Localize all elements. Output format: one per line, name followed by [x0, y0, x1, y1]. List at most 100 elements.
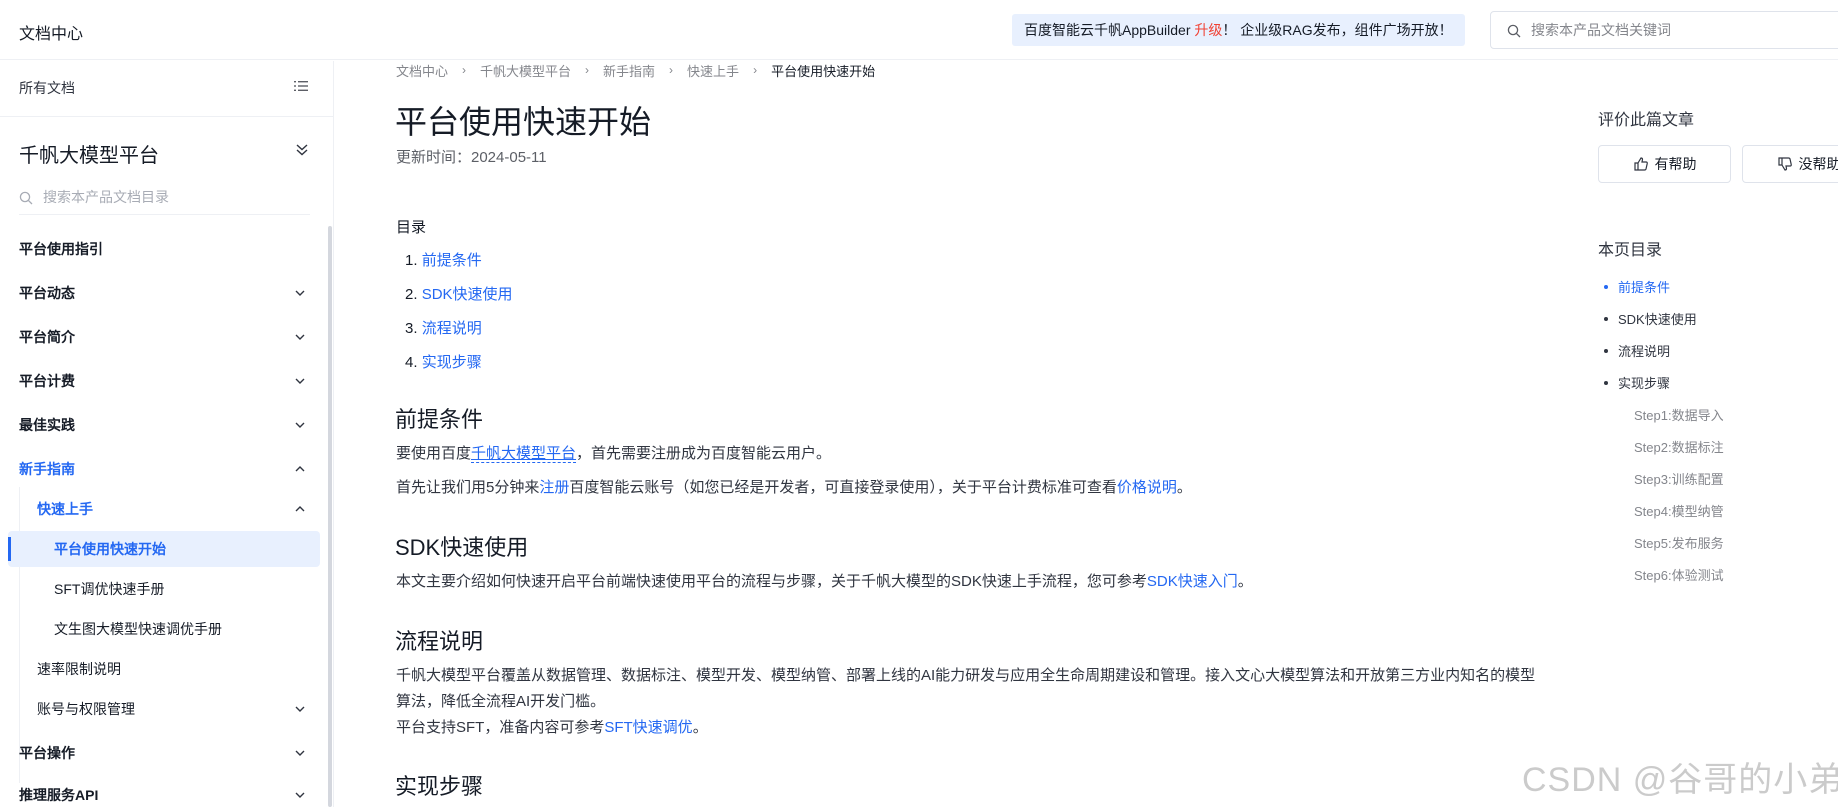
toc-link[interactable]: 实现步骤 — [422, 354, 482, 371]
sidebar-item-news[interactable]: 平台动态 — [8, 275, 320, 311]
sidebar-item-label: 速率限制说明 — [37, 661, 121, 677]
chevron-right-icon: › — [462, 63, 467, 77]
thumbs-up-icon — [1633, 157, 1648, 171]
breadcrumb-item[interactable]: 快速上手 — [687, 61, 739, 80]
chevron-up-icon — [295, 466, 305, 472]
toc-link[interactable]: 流程说明 — [422, 320, 482, 337]
sidebar-item-intro[interactable]: 平台简介 — [8, 319, 320, 355]
section-heading-flow: 流程说明 — [395, 629, 484, 654]
list-icon[interactable] — [294, 79, 308, 93]
page-toc-subitem[interactable]: Step1:数据导入 — [1634, 405, 1724, 424]
text: 。 — [692, 719, 708, 736]
section-heading-prereq: 前提条件 — [395, 407, 484, 432]
updated-time: 更新时间：2024-05-11 — [396, 149, 547, 166]
text: 百度智能云账号（如您已经是开发者，可直接登录使用），关于平台计费标准可查看 — [569, 479, 1117, 496]
chevron-down-icon — [295, 750, 305, 756]
sidebar-item-label: 平台操作 — [19, 745, 75, 761]
bullet-dot — [1604, 380, 1608, 385]
sidebar-item-usage-guide[interactable]: 平台使用指引 — [8, 231, 320, 267]
not-helpful-button[interactable]: 没帮助 — [1742, 145, 1838, 183]
sidebar-item-label: 账号与权限管理 — [37, 701, 135, 717]
prereq-paragraph-1: 要使用百度千帆大模型平台，首先需要注册成为百度智能云用户。 — [396, 441, 831, 467]
announcement-banner[interactable]: 百度智能云千帆AppBuilder 升级！ 企业级RAG发布，组件广场开放！ — [1012, 14, 1465, 46]
breadcrumb-current: 平台使用快速开始 — [771, 63, 876, 79]
page-toc-subitem[interactable]: Step6:体验测试 — [1634, 565, 1724, 584]
bullet-dot — [1604, 348, 1608, 353]
flow-paragraph-1: 千帆大模型平台覆盖从数据管理、数据标注、模型开发、模型纳管、部署上线的AI能力研… — [396, 667, 1536, 710]
text: 首先让我们用5分钟来 — [396, 479, 540, 496]
sidebar-item-platform-quick-start[interactable]: 平台使用快速开始 — [8, 531, 320, 567]
toc-link[interactable]: 前提条件 — [422, 252, 482, 269]
text: 要使用百度 — [396, 445, 472, 462]
toc-item: 4. 实现步骤 — [405, 351, 482, 372]
toc-item: 2. SDK快速使用 — [405, 283, 513, 304]
all-docs-link[interactable]: 所有文档 — [19, 78, 75, 98]
sidebar-item-platform-ops[interactable]: 平台操作 — [8, 735, 320, 771]
page-toc-item[interactable]: 流程说明 — [1604, 341, 1670, 360]
breadcrumb-item[interactable]: 文档中心 — [396, 61, 448, 80]
page-toc-label: 流程说明 — [1618, 344, 1671, 359]
sidebar-item-inference-api[interactable]: 推理服务API — [8, 777, 320, 807]
chevron-down-icon — [295, 706, 305, 712]
sidebar-item-quick-start[interactable]: 快速上手 — [8, 491, 320, 527]
selected-indicator — [8, 537, 11, 561]
page-toc-title: 本页目录 — [1598, 242, 1663, 259]
page-toc-label: 前提条件 — [1618, 280, 1671, 295]
toc-link[interactable]: SDK快速使用 — [422, 286, 513, 303]
sidebar: 所有文档 千帆大模型平台 平台使用指引 平台动态 平台简介 平台计费 最佳实践 … — [0, 61, 334, 807]
page-toc-subitem[interactable]: Step4:模型纳管 — [1634, 501, 1724, 520]
sidebar-item-billing[interactable]: 平台计费 — [8, 363, 320, 399]
section-heading-sdk: SDK快速使用 — [395, 535, 529, 560]
sidebar-search[interactable] — [19, 181, 310, 215]
doc-center-title[interactable]: 文档中心 — [19, 20, 83, 44]
sidebar-item-beginner-guide[interactable]: 新手指南 — [8, 451, 320, 487]
text: 本文主要介绍如何快速开启平台前端快速使用平台的流程与步骤，关于千帆大模型的SDK… — [396, 573, 1147, 590]
sidebar-item-sft-manual[interactable]: SFT调优快速手册 — [8, 571, 320, 607]
banner-prefix: 百度智能云千帆AppBuilder — [1024, 22, 1195, 38]
sidebar-item-t2i-manual[interactable]: 文生图大模型快速调优手册 — [8, 611, 320, 647]
sdk-paragraph: 本文主要介绍如何快速开启平台前端快速使用平台的流程与步骤，关于千帆大模型的SDK… — [396, 569, 1253, 595]
toc-item: 3. 流程说明 — [405, 317, 482, 338]
sidebar-item-label: SFT调优快速手册 — [54, 581, 165, 597]
prereq-paragraph-2: 首先让我们用5分钟来注册百度智能云账号（如您已经是开发者，可直接登录使用），关于… — [396, 475, 1192, 501]
chevron-down-icon — [295, 378, 305, 384]
page-toc-subitem[interactable]: Step5:发布服务 — [1634, 533, 1724, 552]
doc-search-box[interactable] — [1490, 11, 1838, 49]
sft-tuning-link[interactable]: SFT快速调优 — [604, 719, 692, 736]
page-toc-item[interactable]: 前提条件 — [1604, 277, 1670, 296]
helpful-label: 有帮助 — [1654, 156, 1697, 172]
chevron-up-icon — [295, 506, 305, 512]
chevron-right-icon: › — [753, 63, 758, 77]
sidebar-item-rate-limit[interactable]: 速率限制说明 — [8, 651, 320, 687]
sdk-quickstart-link[interactable]: SDK快速入门 — [1147, 573, 1238, 590]
breadcrumb: 文档中心 › 千帆大模型平台 › 新手指南 › 快速上手 › 平台使用快速开始 — [396, 61, 875, 79]
bullet-dot — [1604, 284, 1608, 289]
sidebar-item-label: 快速上手 — [37, 501, 93, 517]
helpful-button[interactable]: 有帮助 — [1598, 145, 1731, 183]
register-link[interactable]: 注册 — [539, 479, 569, 496]
page-toc-subitem[interactable]: Step2:数据标注 — [1634, 437, 1724, 456]
sidebar-item-label: 平台动态 — [19, 285, 75, 301]
sidebar-item-label: 平台计费 — [19, 373, 75, 389]
doc-search-input[interactable] — [1531, 20, 1831, 40]
page-toc-item[interactable]: 实现步骤 — [1604, 373, 1670, 392]
chevron-down-icon — [295, 792, 305, 798]
sidebar-search-input[interactable] — [43, 187, 303, 207]
pricing-link[interactable]: 价格说明 — [1117, 479, 1177, 496]
banner-highlight[interactable]: 升级 — [1194, 22, 1222, 38]
double-chevron-down-icon[interactable] — [295, 143, 309, 157]
product-title[interactable]: 千帆大模型平台 — [19, 139, 159, 168]
sidebar-item-label: 文生图大模型快速调优手册 — [54, 621, 222, 637]
page-toc-item[interactable]: SDK快速使用 — [1604, 309, 1697, 328]
qianfan-platform-link[interactable]: 千帆大模型平台 — [471, 445, 577, 463]
sidebar-item-account-permissions[interactable]: 账号与权限管理 — [8, 691, 320, 727]
search-icon — [1507, 24, 1521, 38]
rate-article-title: 评价此篇文章 — [1598, 112, 1695, 129]
sidebar-item-best-practice[interactable]: 最佳实践 — [8, 407, 320, 443]
toc-label: 目录 — [396, 219, 427, 236]
page-toc-subitem[interactable]: Step3:训练配置 — [1634, 469, 1724, 488]
breadcrumb-item[interactable]: 千帆大模型平台 — [480, 61, 571, 80]
search-icon — [19, 191, 33, 205]
sidebar-scrollbar[interactable] — [328, 226, 332, 807]
breadcrumb-item[interactable]: 新手指南 — [603, 61, 655, 80]
